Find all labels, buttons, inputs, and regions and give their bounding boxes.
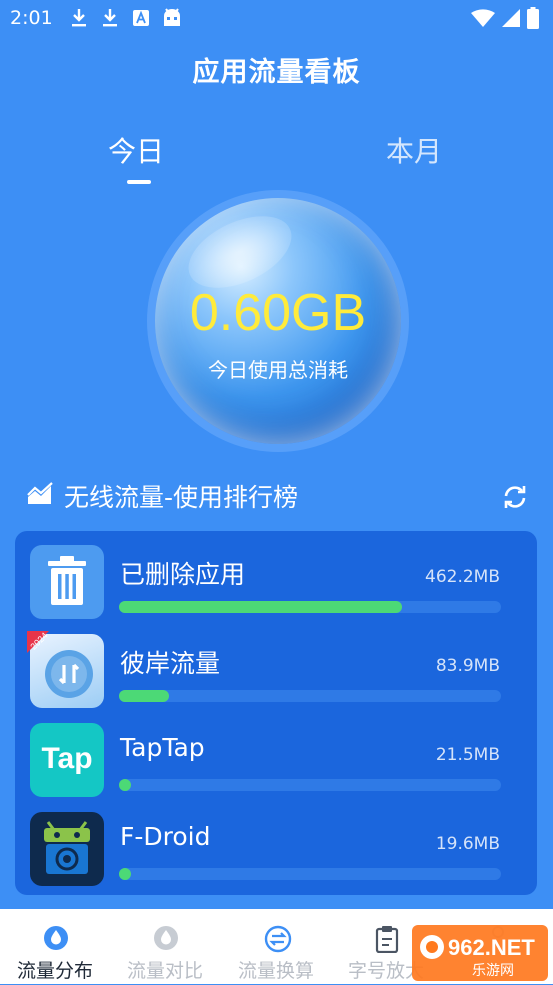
drop-icon xyxy=(43,925,69,951)
app-usage: 83.9MB xyxy=(435,656,500,676)
usage-bar xyxy=(119,868,501,880)
list-item[interactable]: Tap TapTap 21.5MB xyxy=(15,709,537,798)
usage-bar xyxy=(119,779,501,791)
clipboard-icon xyxy=(374,925,400,954)
page-title: 应用流量看板 xyxy=(192,57,361,88)
tab-indicator xyxy=(127,180,151,184)
system-status-icons xyxy=(471,7,539,33)
signal-icon xyxy=(501,8,521,32)
usage-bar xyxy=(119,601,501,613)
app-usage: 21.5MB xyxy=(435,745,500,765)
download-icon xyxy=(99,6,121,30)
svg-text:乐游网: 乐游网 xyxy=(472,963,514,979)
total-usage-label: 今日使用总消耗 xyxy=(208,358,348,382)
notification-icons xyxy=(68,6,183,30)
ranking-list: 已删除应用 462.2MB 2024 彼岸流量 83.9MB Tap TapTa… xyxy=(15,531,537,895)
android-icon xyxy=(161,6,183,30)
taptap-logo: Tap xyxy=(30,723,104,797)
nav-label: 流量对比 xyxy=(126,960,203,982)
list-item[interactable]: 已删除应用 462.2MB xyxy=(15,531,537,620)
usage-bar-fill xyxy=(119,690,169,702)
nav-item-traffic-compare[interactable]: 流量对比 xyxy=(110,909,220,984)
ranking-header: 无线流量-使用排行榜 xyxy=(26,478,298,514)
usage-bar-fill xyxy=(119,868,131,880)
font-icon xyxy=(130,6,152,30)
download-icon xyxy=(68,6,90,30)
refresh-button[interactable] xyxy=(501,483,529,511)
nav-label: 流量换算 xyxy=(237,960,314,982)
taptap-logo-text: Tap xyxy=(41,742,93,775)
nav-item-traffic-distribution[interactable]: 流量分布 xyxy=(0,909,110,984)
usage-bar-fill xyxy=(119,601,402,613)
app-name: TapTap xyxy=(120,733,205,762)
exchange-icon xyxy=(264,925,292,953)
tab-month[interactable]: 本月 xyxy=(386,130,442,170)
f-droid-icon xyxy=(30,812,104,886)
app-name: F-Droid xyxy=(120,822,211,851)
svg-text:962.NET: 962.NET xyxy=(448,935,535,960)
app-usage: 19.6MB xyxy=(435,834,500,854)
total-usage-value: 0.60GB xyxy=(189,284,367,342)
status-time: 2:01 xyxy=(10,7,53,29)
refresh-icon xyxy=(504,486,526,508)
usage-bar xyxy=(119,690,501,702)
app-name: 已删除应用 xyxy=(120,560,246,589)
trend-chart-icon xyxy=(26,482,54,510)
drop-icon xyxy=(153,925,179,951)
tab-today[interactable]: 今日 xyxy=(108,130,164,170)
app-name: 彼岸流量 xyxy=(120,649,221,678)
status-bar: 2:01 xyxy=(0,0,553,38)
list-item[interactable]: 2024 彼岸流量 83.9MB xyxy=(15,620,537,709)
ranking-title: 无线流量-使用排行榜 xyxy=(64,483,299,512)
watermark-icon: 962.NET 乐游网 xyxy=(420,935,535,979)
usage-bar-fill xyxy=(119,779,131,791)
battery-icon xyxy=(527,7,539,33)
nav-item-traffic-convert[interactable]: 流量换算 xyxy=(221,909,331,984)
app-usage: 462.2MB xyxy=(425,567,500,587)
nav-label: 流量分布 xyxy=(16,960,93,982)
list-item[interactable]: F-Droid 19.6MB xyxy=(15,798,537,887)
watermark-logo: 962.NET 乐游网 xyxy=(412,925,548,981)
wifi-icon xyxy=(471,8,495,32)
trash-icon xyxy=(30,545,104,619)
